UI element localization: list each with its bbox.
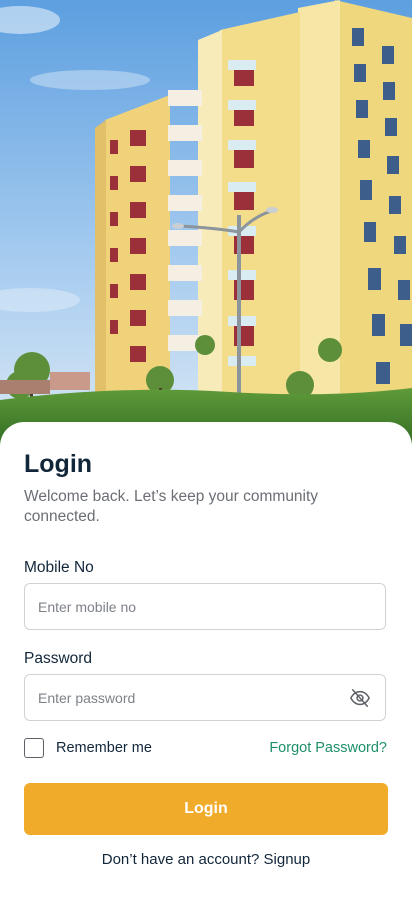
page-title: Login <box>24 450 93 478</box>
remember-me-label: Remember me <box>56 740 152 756</box>
password-field[interactable] <box>24 674 386 721</box>
mobile-field[interactable] <box>24 583 386 630</box>
forgot-password-link[interactable]: Forgot Password? <box>269 740 387 756</box>
signup-prompt: Don’t have an account? <box>101 851 264 868</box>
welcome-subtitle: Welcome back. Let’s keep your community … <box>24 488 319 525</box>
signup-row: Don’t have an account? Signup <box>0 851 412 868</box>
login-button[interactable]: Login <box>24 783 388 835</box>
password-input[interactable] <box>38 675 338 720</box>
mobile-input[interactable] <box>38 584 338 629</box>
hero-building-image <box>0 0 412 450</box>
remember-me-checkbox[interactable] <box>24 738 44 758</box>
mobile-label: Mobile No <box>24 559 94 576</box>
password-label: Password <box>24 650 93 667</box>
building-illustration <box>0 0 412 450</box>
signup-link[interactable]: Signup <box>264 851 311 868</box>
login-card: Login Welcome back. Let’s keep your comm… <box>0 422 412 917</box>
eye-off-icon[interactable] <box>349 687 371 709</box>
login-screen: Login Welcome back. Let’s keep your comm… <box>0 0 412 917</box>
